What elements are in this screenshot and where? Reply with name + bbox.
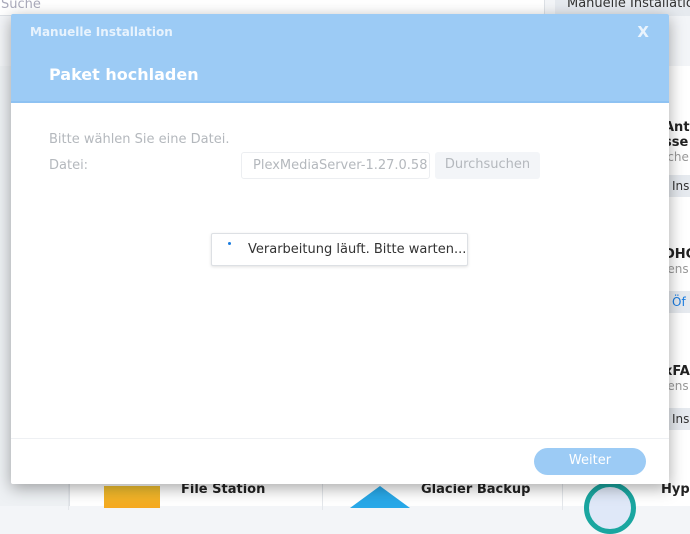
hyper-backup-icon (584, 482, 636, 534)
app-title[interactable]: Hyp (661, 482, 690, 497)
hint-text: Bitte wählen Sie eine Datei. (49, 132, 230, 147)
file-input[interactable]: PlexMediaServer-1.27.0.58 (241, 152, 430, 179)
loading-text: Verarbeitung läuft. Bitte warten... (248, 242, 467, 257)
step-title: Paket hochladen (49, 65, 199, 84)
dialog-header: Manuelle Installation X Paket hochladen (11, 14, 669, 103)
dialog-title: Manuelle Installation (30, 25, 173, 39)
footer-divider (11, 438, 669, 439)
close-icon[interactable]: X (637, 23, 649, 41)
browse-button[interactable]: Durchsuchen (435, 152, 540, 179)
loading-indicator: Verarbeitung läuft. Bitte warten... (211, 233, 468, 266)
app-title[interactable]: Glacier Backup (421, 482, 530, 497)
next-button[interactable]: Weiter (534, 448, 646, 475)
manual-install-dialog: Manuelle Installation X Paket hochladen … (11, 14, 669, 484)
file-label: Datei: (49, 158, 89, 173)
app-title[interactable]: File Station (181, 482, 265, 497)
spinner-icon (228, 242, 231, 245)
